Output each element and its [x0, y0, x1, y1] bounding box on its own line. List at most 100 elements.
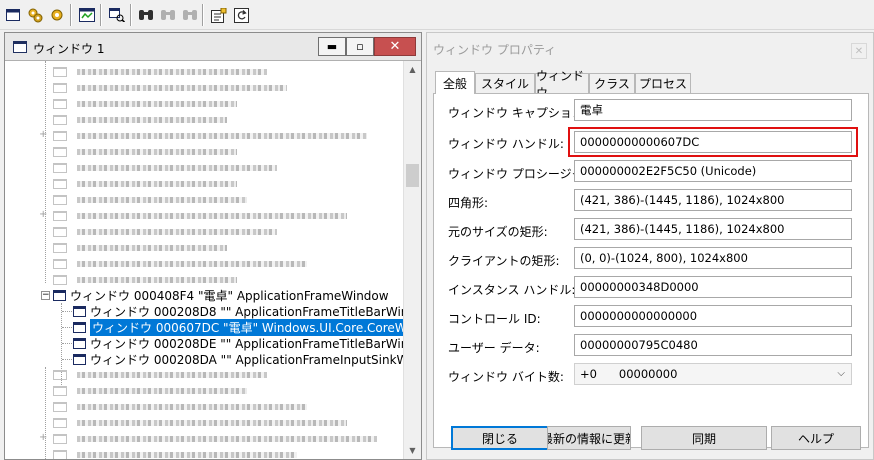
maximize-button[interactable]: ▫: [346, 37, 374, 56]
tree-node-label: ウィンドウ 000208D8 "" ApplicationFrameTitleB…: [90, 304, 403, 319]
tree-row-obscured[interactable]: [53, 192, 247, 208]
tree-row-child[interactable]: ウィンドウ 000208D8 "" ApplicationFrameTitleB…: [73, 303, 403, 319]
sync-button[interactable]: 同期: [641, 426, 767, 450]
client-rect-label: クライアントの矩形:: [448, 254, 560, 268]
tab-class[interactable]: クラス: [589, 73, 635, 93]
window-bytes-value: +0 00000000: [580, 367, 678, 381]
tree-row-obscured[interactable]: [53, 367, 267, 383]
tree-row-obscured[interactable]: [53, 208, 347, 224]
scroll-down-icon[interactable]: ▼: [404, 442, 421, 459]
find-prev-icon[interactable]: [181, 6, 199, 24]
maximize-icon: ▫: [356, 40, 364, 53]
client-rect-field[interactable]: (0, 0)-(1024, 800), 1024x800: [574, 247, 852, 269]
window-tree[interactable]: + + − ウィンドウ 000408F4 "電卓" ApplicationFra…: [5, 61, 403, 459]
window-icon: [73, 305, 86, 317]
tree-row-obscured[interactable]: [53, 176, 237, 192]
tree-connector: [62, 311, 72, 312]
user-data-label: ユーザー データ:: [448, 341, 540, 355]
refresh-icon[interactable]: [232, 6, 250, 24]
toolbar: [0, 0, 874, 30]
scroll-thumb[interactable]: [406, 164, 419, 187]
caption-field[interactable]: 電卓: [574, 99, 852, 121]
tree-row-obscured[interactable]: [53, 399, 307, 415]
tree-node-label: ウィンドウ 000208DE "" ApplicationFrameTitleB…: [90, 336, 403, 351]
toolbar-separator: [70, 4, 72, 26]
tree-row-child-selected[interactable]: ウィンドウ 000607DC "電卓" Windows.UI.Core.Core…: [73, 318, 403, 336]
dialog-title: ウィンドウ プロパティ: [433, 43, 557, 57]
properties-icon[interactable]: [210, 6, 228, 24]
tree-connector: [45, 367, 46, 459]
tree-row-obscured[interactable]: [53, 80, 287, 96]
procedure-field[interactable]: 000000002E2F5C50 (Unicode): [574, 160, 852, 182]
minimize-button[interactable]: ▬: [318, 37, 346, 56]
tree-row-obscured[interactable]: [53, 256, 307, 272]
window-properties-dialog: ウィンドウ プロパティ ✕ 全般 スタイル ウィンドウ クラス プロセス ウィン…: [426, 32, 874, 460]
help-button[interactable]: ヘルプ: [771, 426, 861, 450]
tree-row-child[interactable]: ウィンドウ 000208DE "" ApplicationFrameTitleB…: [73, 335, 403, 351]
window-icon: [13, 41, 27, 53]
toolbar-separator: [100, 4, 102, 26]
tree-row-obscured[interactable]: [53, 96, 237, 112]
procedure-label: ウィンドウ プロシージャ:: [448, 167, 588, 181]
tree-row-obscured[interactable]: [53, 240, 227, 256]
tree-row-obscured[interactable]: [53, 415, 347, 431]
toolbar-separator: [202, 4, 204, 26]
tree-row-obscured[interactable]: [53, 112, 227, 128]
tab-general[interactable]: 全般: [435, 71, 475, 94]
tree-row-obscured[interactable]: [53, 224, 277, 240]
expander-obscured[interactable]: +: [39, 129, 47, 140]
instance-handle-label: インスタンス ハンドル:: [448, 283, 576, 297]
expander-obscured[interactable]: +: [39, 432, 47, 443]
tree-vertical-scrollbar[interactable]: ▲ ▼: [403, 61, 421, 459]
window-bytes-select[interactable]: +0 00000000 ⌵: [574, 363, 852, 385]
tab-window[interactable]: ウィンドウ: [535, 69, 589, 100]
scroll-up-icon[interactable]: ▲: [404, 61, 421, 78]
control-id-label: コントロール ID:: [448, 312, 541, 326]
tab-process[interactable]: プロセス: [635, 73, 691, 93]
tree-row-obscured[interactable]: [53, 64, 267, 80]
log-messages-icon[interactable]: [78, 6, 96, 24]
control-id-field[interactable]: 0000000000000000: [574, 305, 852, 327]
threads-icon[interactable]: [48, 6, 66, 24]
binoculars-icon[interactable]: [137, 6, 155, 24]
restored-rect-label: 元のサイズの矩形:: [448, 225, 548, 239]
tree-row-parent[interactable]: ウィンドウ 000408F4 "電卓" ApplicationFrameWind…: [53, 287, 389, 303]
tree-connector: [62, 327, 72, 328]
rectangle-field[interactable]: (421, 386)-(1445, 1186), 1024x800: [574, 189, 852, 211]
find-next-icon[interactable]: [159, 6, 177, 24]
tree-row-obscured[interactable]: [53, 144, 237, 160]
tree-row-obscured[interactable]: [53, 128, 367, 144]
tree-node-label: ウィンドウ 000607DC "電卓" Windows.UI.Core.Core…: [90, 318, 403, 336]
restored-rect-field[interactable]: (421, 386)-(1445, 1186), 1024x800: [574, 218, 852, 240]
tree-row-obscured[interactable]: [53, 447, 297, 459]
tree-row-obscured[interactable]: [53, 431, 377, 447]
minimize-icon: ▬: [326, 40, 338, 53]
window-icon: [73, 321, 86, 333]
window-icon: [53, 289, 66, 301]
tree-connector: [62, 359, 72, 360]
instance-handle-field[interactable]: 00000000348D0000: [574, 276, 852, 298]
close-icon: ✕: [389, 39, 401, 54]
caption-label: ウィンドウ キャプション:: [448, 106, 588, 120]
expander-obscured[interactable]: +: [39, 209, 47, 220]
user-data-field[interactable]: 00000000795C0480: [574, 334, 852, 356]
toolbar-separator: [130, 4, 132, 26]
tree-row-child[interactable]: ウィンドウ 000208DA "" ApplicationFrameInputS…: [73, 351, 403, 367]
close-button[interactable]: ✕: [374, 37, 416, 56]
refresh-button[interactable]: 最新の情報に更新: [547, 426, 631, 450]
close-icon[interactable]: ✕: [851, 43, 867, 59]
window-icon: [73, 353, 86, 365]
tab-style[interactable]: スタイル: [475, 73, 535, 93]
tree-row-obscured[interactable]: [53, 160, 277, 176]
close-dialog-button[interactable]: 閉じる: [451, 426, 549, 450]
tree-panel-title: ウィンドウ 1: [33, 42, 105, 56]
window-list-icon[interactable]: [4, 6, 22, 24]
window-bytes-label: ウィンドウ バイト数:: [448, 370, 564, 384]
tree-row-obscured[interactable]: [53, 383, 247, 399]
tree-node-label: ウィンドウ 000208DA "" ApplicationFrameInputS…: [90, 352, 403, 367]
find-window-icon[interactable]: [108, 6, 126, 24]
tree-expander-collapse[interactable]: −: [41, 291, 50, 300]
window-tree-panel: ウィンドウ 1 ▬ ▫ ✕ + + − ウィンドウ 000408F4 "電卓" …: [4, 32, 422, 460]
general-tab-panel: ウィンドウ キャプション: 電卓 ウィンドウ ハンドル: 00000000000…: [433, 93, 869, 448]
processes-icon[interactable]: [26, 6, 44, 24]
